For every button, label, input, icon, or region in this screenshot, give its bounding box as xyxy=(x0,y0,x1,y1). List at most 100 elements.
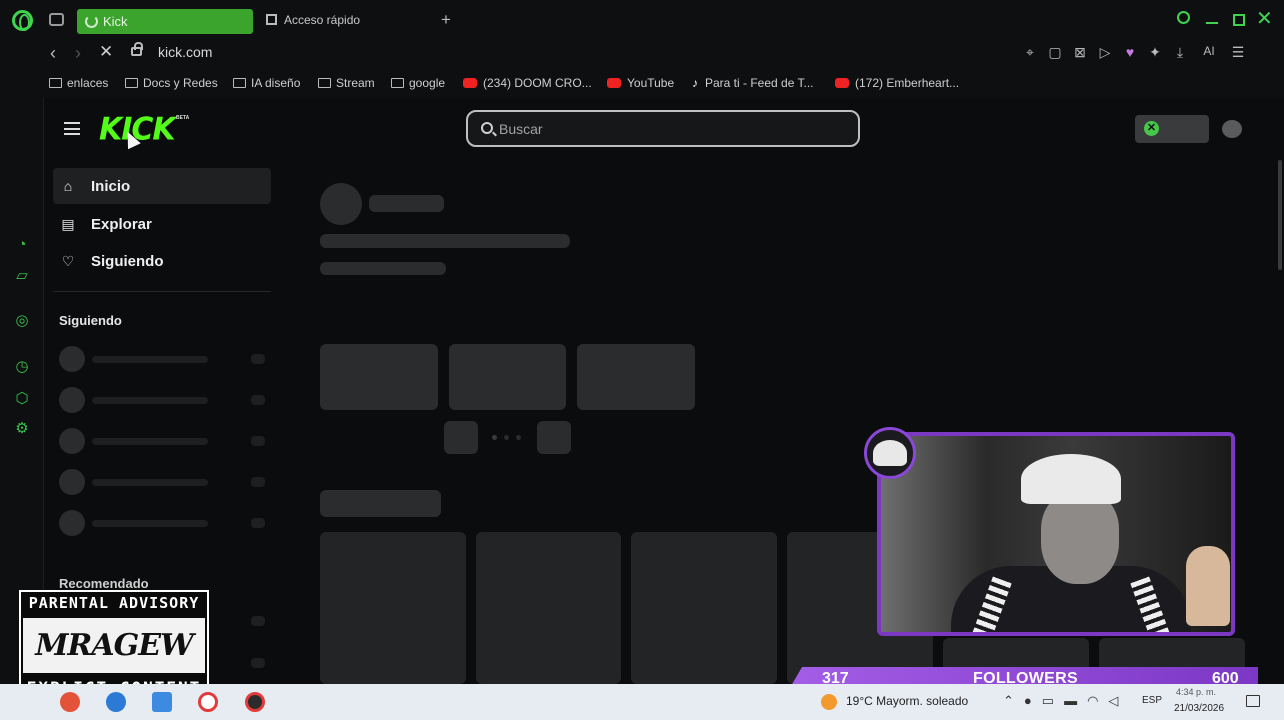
volume-icon[interactable]: ◁ xyxy=(1108,693,1118,709)
nav-label: Siguiendo xyxy=(91,253,164,270)
stop-loading-button[interactable]: ✕ xyxy=(99,42,113,62)
opera-logo-icon[interactable] xyxy=(12,10,33,31)
printer-icon[interactable]: ▭ xyxy=(1042,693,1054,709)
download-icon[interactable]: ⤓ xyxy=(1173,44,1187,61)
category-card-skeleton xyxy=(320,344,438,410)
bookmark-emberheart[interactable]: (172) Emberheart... xyxy=(835,76,959,90)
bookmark-folder-ia[interactable]: IA diseño xyxy=(233,76,300,90)
nav-item-explorar[interactable]: ▤ Explorar xyxy=(53,206,271,242)
streamer-face xyxy=(1041,492,1119,584)
extensions-icon[interactable]: ⬡ xyxy=(14,391,30,407)
forward-button[interactable]: › xyxy=(75,43,81,64)
login-button[interactable]: ✕ xyxy=(1135,115,1209,143)
notifications-icon[interactable] xyxy=(1246,695,1260,707)
featured-avatar-skeleton xyxy=(320,183,362,225)
category-card-skeleton xyxy=(449,344,566,410)
clock-date[interactable]: 21/03/2026 xyxy=(1174,703,1224,714)
aria-icon[interactable]: ◔ xyxy=(14,237,30,253)
clock-time[interactable]: 4:34 p. m. xyxy=(1176,687,1216,697)
carousel-dot xyxy=(516,435,521,440)
address-bar-row: ‹ › ✕ kick.com ⌖ ▢ ⊠ ▷ ♥ ✦ ⤓ AI ☰ xyxy=(0,40,1284,68)
browse-icon: ▤ xyxy=(61,216,75,232)
bookmark-label: (234) DOOM CRO... xyxy=(483,76,592,90)
stream-card-skeleton xyxy=(320,532,466,684)
history-icon[interactable]: ◷ xyxy=(14,359,30,375)
menu-toggle-icon[interactable] xyxy=(64,122,80,135)
bookmark-youtube[interactable]: YouTube xyxy=(607,76,674,90)
language-indicator[interactable]: ESP xyxy=(1142,695,1162,706)
taskbar-obs-icon[interactable] xyxy=(245,692,265,712)
tiktok-icon: ♪ xyxy=(692,76,698,90)
browser-tab-bar: Kick Acceso rápido + ✕ xyxy=(0,0,1284,40)
back-button[interactable]: ‹ xyxy=(50,43,56,64)
taskbar-app-icon[interactable] xyxy=(152,692,172,712)
taskbar-app-icon[interactable] xyxy=(60,692,80,712)
bookmark-folder-docs[interactable]: Docs y Redes xyxy=(125,76,218,90)
easy-setup-icon[interactable]: ☰ xyxy=(1231,44,1245,61)
following-skeleton-row xyxy=(59,469,269,495)
play-icon[interactable]: ▷ xyxy=(1098,44,1112,61)
weather-icon[interactable] xyxy=(821,694,837,710)
crypto-wallet-icon[interactable]: ▱ xyxy=(14,268,30,284)
bookmark-tiktok[interactable]: ♪ Para ti - Feed de T... xyxy=(692,76,814,90)
nav-label: Explorar xyxy=(91,216,152,233)
new-tab-button[interactable]: + xyxy=(441,10,451,30)
bookmark-folder-google[interactable]: google xyxy=(391,76,445,90)
following-skeleton-row xyxy=(59,510,269,536)
carousel-dot xyxy=(504,435,509,440)
category-card-skeleton xyxy=(577,344,695,410)
aria-ai-button[interactable]: AI xyxy=(1198,44,1220,61)
youtube-icon xyxy=(607,78,621,88)
weather-text[interactable]: 19°C Mayorm. soleado xyxy=(846,694,968,708)
taskbar-edge-icon[interactable] xyxy=(106,692,126,712)
url-field[interactable]: kick.com xyxy=(158,44,212,60)
maximize-button[interactable] xyxy=(1233,14,1245,26)
nav-item-siguiendo[interactable]: ♡ Siguiendo xyxy=(53,243,271,279)
tab-label: Kick xyxy=(103,14,128,29)
webcam-overlay xyxy=(877,432,1235,636)
search-box[interactable] xyxy=(466,110,860,147)
folder-icon xyxy=(49,78,62,88)
following-section-title: Siguiendo xyxy=(59,313,122,328)
grid-icon xyxy=(266,14,277,25)
tab-islands-icon[interactable] xyxy=(49,13,64,26)
carousel-next-skeleton xyxy=(537,421,571,454)
recommended-section-title: Recomendado xyxy=(59,576,149,591)
minimize-button[interactable] xyxy=(1206,22,1218,24)
chevron-up-icon[interactable]: ⌃ xyxy=(1003,693,1014,709)
bookmark-label: Stream xyxy=(336,76,375,90)
user-menu-avatar[interactable] xyxy=(1222,120,1242,138)
nav-item-inicio[interactable]: ⌂ Inicio xyxy=(53,168,271,204)
taskbar-opera-icon[interactable] xyxy=(198,692,218,712)
bookmark-label: google xyxy=(409,76,446,90)
tab-search-icon[interactable] xyxy=(1177,11,1190,24)
microphone-icon[interactable]: ● xyxy=(1024,693,1032,709)
lock-icon[interactable] xyxy=(131,42,143,56)
bookmark-doom[interactable]: (234) DOOM CRO... xyxy=(463,76,592,90)
close-circle-icon: ✕ xyxy=(1144,121,1159,136)
stream-card-skeleton xyxy=(476,532,621,684)
extension-icon[interactable]: ✦ xyxy=(1148,44,1162,61)
whatsapp-icon[interactable]: ◎ xyxy=(14,313,30,329)
bookmark-label: (172) Emberheart... xyxy=(855,76,960,90)
youtube-icon xyxy=(463,78,477,88)
bookmark-folder-stream[interactable]: Stream xyxy=(318,76,375,90)
snapshot-icon[interactable]: ▢ xyxy=(1048,44,1062,61)
battery-icon[interactable]: ▬ xyxy=(1064,693,1077,709)
folder-icon xyxy=(233,78,246,88)
pin-icon[interactable]: ⌖ xyxy=(1023,44,1037,61)
adblock-icon[interactable]: ⊠ xyxy=(1073,44,1087,61)
heart-icon[interactable]: ♥ xyxy=(1123,44,1137,61)
scrollbar-thumb[interactable] xyxy=(1278,160,1282,270)
close-window-button[interactable]: ✕ xyxy=(1256,9,1273,29)
bookmark-label: IA diseño xyxy=(251,76,301,90)
stream-card-skeleton xyxy=(631,532,777,684)
bookmark-folder-enlaces[interactable]: enlaces xyxy=(49,76,108,90)
search-input[interactable] xyxy=(499,119,839,139)
wifi-icon[interactable]: ◠ xyxy=(1087,693,1098,709)
tab-kick[interactable]: Kick xyxy=(77,9,253,34)
tab-quick-access[interactable]: Acceso rápido xyxy=(266,13,360,27)
settings-gear-icon[interactable]: ⚙ xyxy=(14,421,30,437)
featured-line-skeleton xyxy=(320,262,446,275)
folder-icon xyxy=(318,78,331,88)
